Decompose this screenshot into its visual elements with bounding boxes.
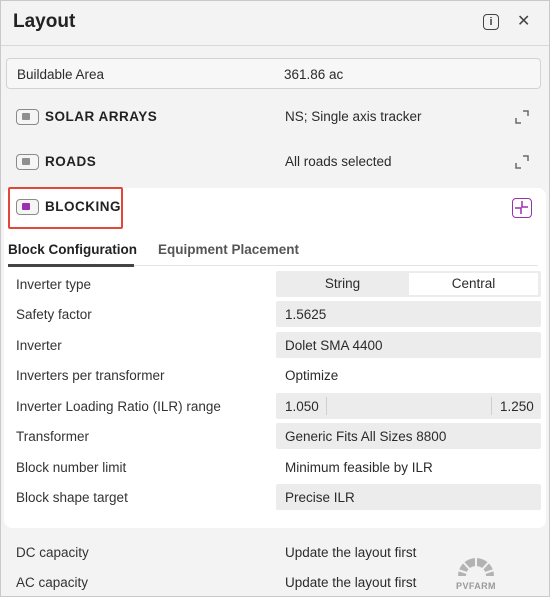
param-ilr-range: Inverter Loading Ratio (ILR) range 1.050… (1, 392, 549, 422)
dc-capacity-value: Update the layout first (285, 545, 417, 560)
roads-toggle[interactable] (16, 154, 39, 170)
info-icon[interactable]: i (483, 14, 499, 30)
expand-icon[interactable] (515, 110, 529, 124)
buildable-area-label: Buildable Area (17, 67, 105, 82)
inverter-type-option-central[interactable]: Central (409, 273, 538, 295)
ac-capacity-label: AC capacity (16, 575, 89, 590)
solar-arrays-value: NS; Single axis tracker (285, 109, 422, 124)
section-solar-arrays[interactable]: SOLAR ARRAYS NS; Single axis tracker (1, 98, 549, 140)
roads-value: All roads selected (285, 154, 392, 169)
inverter-type-option-string[interactable]: String (276, 271, 409, 297)
tab-active-indicator (8, 264, 134, 267)
logo-mark (457, 556, 495, 577)
range-divider (326, 397, 327, 415)
block-number-limit-label: Block number limit (16, 460, 127, 475)
blocking-tabs: Block Configuration Equipment Placement (1, 233, 549, 267)
param-inverter-type: Inverter type String Central (1, 270, 549, 300)
ilr-range-max[interactable]: 1.250 (500, 399, 534, 414)
panel-title: Layout (13, 11, 76, 32)
section-roads[interactable]: ROADS All roads selected (1, 143, 549, 185)
solar-arrays-title: SOLAR ARRAYS (45, 109, 158, 124)
pvfarm-logo: PVFARM (453, 544, 499, 596)
safety-factor-value: 1.5625 (285, 307, 327, 322)
param-inverter: Inverter Dolet SMA 4400 (1, 331, 549, 361)
block-shape-target-value: Precise ILR (285, 490, 355, 505)
block-number-limit-value[interactable]: Minimum feasible by ILR (285, 460, 433, 475)
blocking-highlight-box (8, 187, 123, 229)
buildable-area-value: 361.86 ac (284, 67, 344, 82)
param-transformer: Transformer Generic Fits All Sizes 8800 (1, 422, 549, 452)
solar-arrays-toggle[interactable] (16, 109, 39, 125)
expand-icon[interactable] (515, 155, 529, 169)
param-block-number-limit: Block number limit Minimum feasible by I… (1, 453, 549, 483)
tab-block-configuration[interactable]: Block Configuration (8, 242, 137, 257)
ilr-range-label: Inverter Loading Ratio (ILR) range (16, 399, 221, 414)
inverter-type-segmented: String Central (276, 271, 541, 297)
ac-capacity-value: Update the layout first (285, 575, 417, 590)
transformer-value: Generic Fits All Sizes 8800 (285, 429, 447, 444)
range-divider (491, 397, 492, 415)
param-block-shape-target: Block shape target Precise ILR (1, 483, 549, 513)
inverters-per-transformer-value[interactable]: Optimize (285, 368, 338, 383)
header-divider (1, 45, 549, 46)
param-inverters-per-transformer: Inverters per transformer Optimize (1, 361, 549, 391)
ilr-range-min[interactable]: 1.050 (285, 399, 319, 414)
inverters-per-transformer-label: Inverters per transformer (16, 368, 165, 383)
collapse-icon[interactable] (512, 198, 532, 218)
transformer-label: Transformer (16, 429, 90, 444)
roads-title: ROADS (45, 154, 97, 169)
layout-panel: Layout i ✕ Buildable Area 361.86 ac SOLA… (0, 0, 550, 597)
dc-capacity-label: DC capacity (16, 545, 89, 560)
tab-equipment-placement[interactable]: Equipment Placement (158, 242, 299, 257)
buildable-area-row[interactable]: Buildable Area 361.86 ac (6, 58, 541, 89)
panel-header: Layout i ✕ (1, 1, 549, 45)
inverter-label: Inverter (16, 338, 62, 353)
logo-text: PVFARM (456, 581, 496, 591)
inverter-value: Dolet SMA 4400 (285, 338, 383, 353)
block-shape-target-label: Block shape target (16, 490, 128, 505)
safety-factor-label: Safety factor (16, 307, 92, 322)
close-icon[interactable]: ✕ (517, 12, 530, 32)
param-safety-factor: Safety factor 1.5625 (1, 300, 549, 330)
inverter-type-label: Inverter type (16, 277, 92, 292)
